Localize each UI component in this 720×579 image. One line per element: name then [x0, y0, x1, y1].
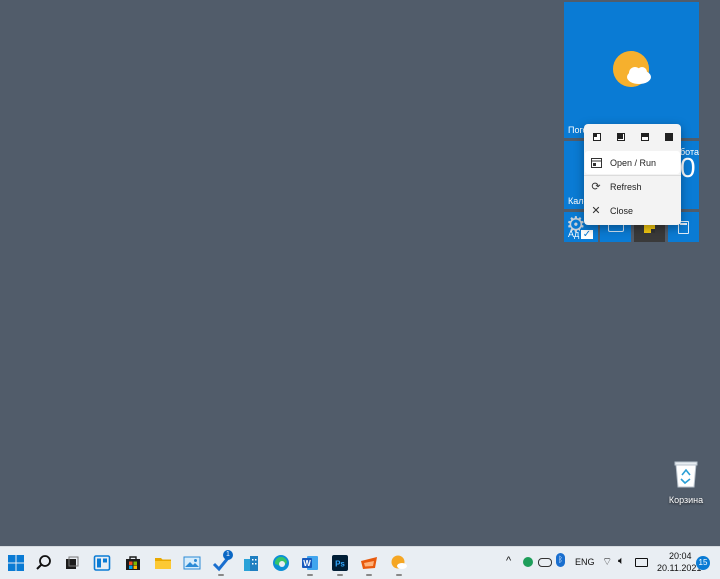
buildings-icon — [244, 556, 258, 571]
weather-app-button[interactable] — [390, 554, 408, 572]
wide-tile-size-button[interactable] — [641, 133, 649, 141]
todo-badge: 1 — [223, 550, 233, 560]
word-button[interactable]: W — [301, 554, 319, 572]
word-running-indicator — [307, 574, 313, 576]
onedrive-cloud-icon[interactable] — [538, 558, 552, 567]
folder-icon — [155, 558, 171, 569]
photoshop-running-indicator — [337, 574, 343, 576]
photo-viewer-button[interactable] — [183, 554, 201, 572]
task-view-button[interactable] — [63, 554, 81, 572]
recycle-bin-label: Корзина — [668, 495, 704, 505]
weather-tile[interactable]: Пого — [564, 2, 699, 138]
refresh-label: Refresh — [610, 181, 642, 192]
weather-sun-cloud-icon — [611, 49, 655, 93]
photoshop-button[interactable]: Ps — [331, 554, 349, 572]
windows-logo-icon — [8, 555, 24, 571]
open-run-label: Open / Run — [610, 157, 657, 168]
medium-tile-size-button[interactable] — [617, 133, 625, 141]
todo-button[interactable]: 1 — [212, 550, 233, 572]
edge-icon — [273, 555, 289, 571]
orange-app-icon — [361, 557, 377, 569]
photoshop-icon: Ps — [332, 555, 348, 571]
orange-app-button[interactable] — [360, 554, 378, 572]
battery-icon[interactable] — [635, 558, 648, 567]
microsoft-store-button[interactable] — [124, 554, 142, 572]
file-explorer-button[interactable] — [154, 554, 172, 572]
tile-size-row — [584, 124, 681, 150]
sticky-notes-fold — [651, 229, 655, 233]
widgets-icon — [93, 555, 111, 571]
volume-icon[interactable]: 🔈︎ — [618, 555, 625, 568]
taskbar: 1 W Ps ^ ᛒ ENG ⌔ 🔈︎ 20:04 20.11.2021 15 — [0, 546, 720, 579]
bluetooth-icon[interactable]: ᛒ — [556, 553, 565, 567]
show-hidden-icons-chevron-up-icon[interactable]: ^ — [506, 555, 511, 567]
tile-context-menu: Open / Run ⟳ Refresh ✕ Close — [584, 124, 681, 225]
clock-date[interactable]: 20.11.2021 — [657, 563, 701, 573]
close-menu-item[interactable]: ✕ Close — [585, 199, 680, 222]
wifi-icon[interactable]: ⌔ — [602, 555, 612, 569]
settings-tile-label: Ад — [568, 229, 580, 239]
widgets-button[interactable] — [93, 554, 111, 572]
store-icon — [126, 556, 140, 570]
search-button[interactable] — [35, 554, 53, 572]
weather-app-icon — [391, 555, 407, 569]
date-tile-big-digit: 0 — [680, 152, 696, 183]
security-shield-icon[interactable] — [523, 557, 533, 567]
clock-time[interactable]: 20:04 — [669, 551, 692, 561]
notification-count-badge[interactable]: 15 — [696, 556, 710, 570]
start-button[interactable] — [7, 554, 25, 572]
refresh-icon: ⟳ — [591, 181, 601, 193]
language-indicator[interactable]: ENG — [575, 557, 595, 567]
open-run-icon — [590, 157, 602, 169]
search-icon — [36, 555, 51, 570]
recycle-bin[interactable]: Корзина — [664, 458, 708, 508]
checkbox-icon: ✓ — [580, 229, 594, 240]
large-tile-size-button[interactable] — [665, 133, 673, 141]
recycle-bin-icon — [673, 460, 699, 488]
weather-app-running-indicator — [396, 574, 402, 576]
svg-text:Ps: Ps — [335, 560, 345, 569]
refresh-menu-item[interactable]: ⟳ Refresh — [585, 175, 680, 198]
small-tile-size-button[interactable] — [593, 133, 601, 141]
office-app-button[interactable] — [242, 554, 260, 572]
open-run-menu-item[interactable]: Open / Run — [585, 151, 680, 174]
edge-browser-button[interactable] — [272, 554, 290, 572]
task-view-icon — [66, 556, 79, 569]
svg-text:W: W — [303, 559, 311, 568]
todo-running-indicator — [218, 574, 224, 576]
word-icon: W — [302, 556, 318, 570]
orange-app-running-indicator — [366, 574, 372, 576]
close-label: Close — [610, 205, 634, 216]
close-icon: ✕ — [591, 205, 601, 217]
photo-viewer-icon — [183, 556, 201, 570]
